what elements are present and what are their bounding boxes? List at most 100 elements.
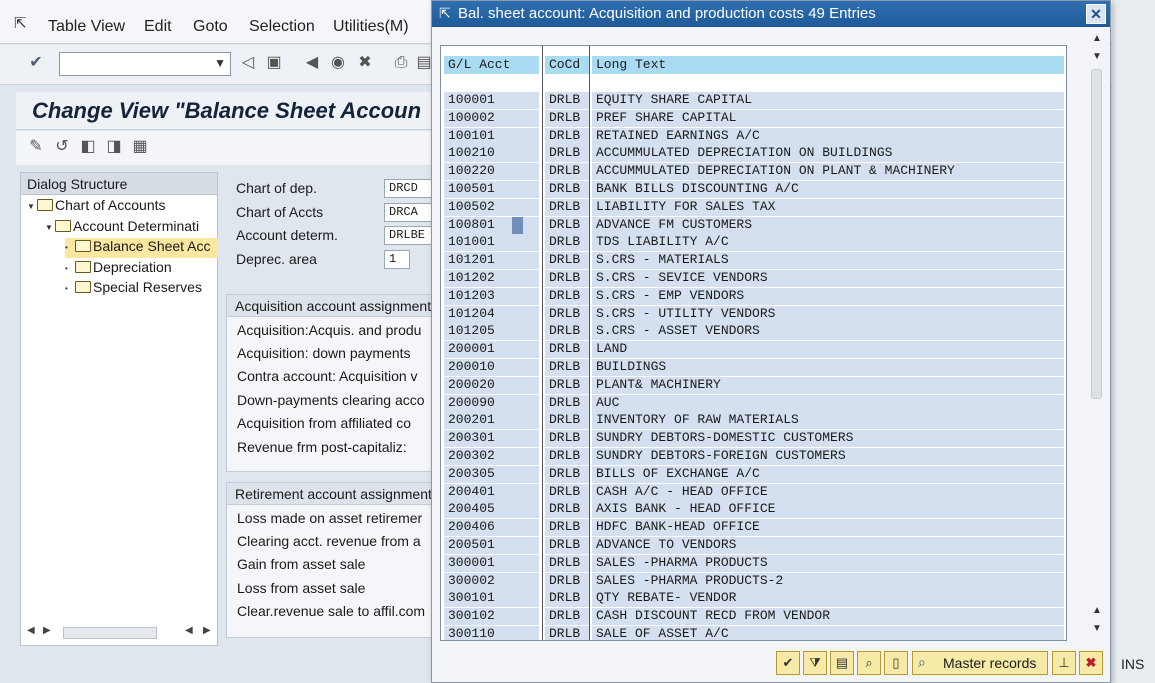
chevron-down-icon[interactable]: ▼ xyxy=(214,56,226,70)
table-row[interactable]: 100501 DRLB BANK BILLS DISCOUNTING A/C xyxy=(441,180,1066,198)
sort-icon[interactable]: ▤ xyxy=(830,651,854,675)
menu-goto[interactable]: Goto xyxy=(193,18,228,36)
find-icon[interactable]: ⌕ xyxy=(857,651,881,675)
table-row[interactable]: 100001 DRLB EQUITY SHARE CAPITAL xyxy=(441,91,1066,109)
table-row[interactable]: 200301 DRLB SUNDRY DEBTORS-DOMESTIC CUSTOM… xyxy=(441,429,1066,448)
table-row[interactable]: 300110 DRLB SALE OF ASSET A/C xyxy=(441,625,1066,640)
gl-acct-cell: 101201 xyxy=(444,252,539,270)
column-header-cocd[interactable]: CoCd xyxy=(545,56,589,74)
table-row[interactable]: 100220 DRLB ACCUMMULATED DEPRECIATION ON P… xyxy=(441,162,1066,181)
table-row[interactable]: 101001 DRLB TDS LIABILITY A/C xyxy=(441,233,1066,252)
new-document-icon[interactable]: ▯ xyxy=(884,651,908,675)
table-row[interactable]: 101201 DRLB S.CRS - MATERIALS xyxy=(441,251,1066,270)
table-row[interactable]: 101203 DRLB S.CRS - EMP VENDORS xyxy=(441,287,1066,305)
vertical-scrollbar[interactable]: ▲ ▼ ▲ ▼ xyxy=(1086,29,1108,639)
long-text-cell: SALES -PHARMA PRODUCTS xyxy=(592,554,1064,572)
other-object-icon[interactable]: ↺ xyxy=(52,137,72,157)
dialog-structure-panel: Dialog Structure ▼ Chart of Accounts ▼ Acc… xyxy=(20,172,218,646)
ret-row: Clearing acct. revenue from a xyxy=(237,533,421,549)
menu-selection[interactable]: Selection xyxy=(249,18,315,36)
tree-special-reserves[interactable]: • Special Reserves xyxy=(65,279,202,299)
table-row[interactable]: 200201 DRLB INVENTORY OF RAW MATERIALS xyxy=(441,411,1066,430)
table-row[interactable]: 300101 DRLB QTY REBATE- VENDOR xyxy=(441,589,1066,608)
scroll-thumb[interactable] xyxy=(1091,69,1102,399)
horizontal-scrollbar[interactable]: ◀ ▶ ◀ ▶ xyxy=(23,625,215,641)
table-row[interactable]: 300102 DRLB CASH DISCOUNT RECD FROM VENDOR xyxy=(441,607,1066,626)
table-row[interactable]: 101202 DRLB S.CRS - SEVICE VENDORS xyxy=(441,269,1066,287)
scroll-thumb[interactable] xyxy=(63,627,157,639)
table-row[interactable]: 100101 DRLB RETAINED EARNINGS A/C xyxy=(441,127,1066,145)
menu-table-view[interactable]: Table View xyxy=(48,18,125,36)
table-row[interactable]: 101205 DRLB S.CRS - ASSET VENDORS xyxy=(441,322,1066,341)
tree-account-determination[interactable]: ▼ Account Determinati xyxy=(45,218,199,238)
scroll-up-icon[interactable]: ▲ xyxy=(1092,33,1102,44)
previous-entry-icon[interactable]: ◧ xyxy=(78,137,98,157)
table-row[interactable]: 300002 DRLB SALES -PHARMA PRODUCTS-2 xyxy=(441,572,1066,590)
table-row[interactable]: 300001 DRLB SALES -PHARMA PRODUCTS xyxy=(441,554,1066,572)
column-header-long-text[interactable]: Long Text xyxy=(592,56,1064,74)
entry-list-icon[interactable]: ▦ xyxy=(130,137,150,157)
column-header-gl-acct[interactable]: G/L Acct xyxy=(444,56,539,74)
scroll-down-icon[interactable]: ▼ xyxy=(1092,51,1102,62)
scroll-down-icon[interactable]: ▼ xyxy=(1092,623,1102,634)
filter-icon[interactable]: ⧩ xyxy=(803,651,827,675)
cocd-cell: DRLB xyxy=(545,448,589,465)
enter-check-icon[interactable]: ✔ xyxy=(26,53,46,73)
close-button[interactable]: ✕ xyxy=(1086,4,1106,24)
back-triangle-icon[interactable]: ◁ xyxy=(238,53,258,73)
tree-expand-icon[interactable]: ▼ xyxy=(27,202,37,211)
cocd-cell: DRLB xyxy=(545,252,589,270)
exit-icon[interactable]: ◉ xyxy=(328,53,348,73)
table-row[interactable]: 200401 DRLB CASH A/C - HEAD OFFICE xyxy=(441,483,1066,501)
gl-acct-cell: 300102 xyxy=(444,608,539,626)
cancel-icon[interactable]: ✖ xyxy=(355,53,375,73)
scroll-right-icon[interactable]: ▶ xyxy=(203,625,211,636)
cancel-icon[interactable]: ✖ xyxy=(1079,651,1103,675)
tree-depreciation[interactable]: • Depreciation xyxy=(65,259,172,279)
menu-utilities[interactable]: Utilities(M) xyxy=(333,18,409,36)
acquisition-group: Acquisition account assignment Acquisiti… xyxy=(226,294,437,472)
tree-expand-icon[interactable]: ▼ xyxy=(45,223,55,232)
table-row[interactable]: 200501 DRLB ADVANCE TO VENDORS xyxy=(441,536,1066,554)
continue-check-icon[interactable]: ✔ xyxy=(776,651,800,675)
table-row[interactable]: 200010 DRLB BUILDINGS xyxy=(441,358,1066,376)
cocd-cell: DRLB xyxy=(545,501,589,519)
table-row[interactable]: 100502 DRLB LIABILITY FOR SALES TAX xyxy=(441,198,1066,216)
table-row[interactable]: 101204 DRLB S.CRS - UTILITY VENDORS xyxy=(441,305,1066,323)
tree-balance-sheet-accounts[interactable]: • Balance Sheet Acc xyxy=(65,238,218,258)
cocd-cell: DRLB xyxy=(545,519,589,537)
scroll-left-icon[interactable]: ◀ xyxy=(185,625,193,636)
pin-icon[interactable]: ⊥ xyxy=(1052,651,1076,675)
gl-acct-cell: 101204 xyxy=(444,305,539,323)
back-icon[interactable]: ◀ xyxy=(302,53,322,73)
scroll-right-icon[interactable]: ▶ xyxy=(43,625,51,636)
cocd-cell: DRLB xyxy=(545,127,589,145)
long-text-cell: SUNDRY DEBTORS-DOMESTIC CUSTOMERS xyxy=(592,430,1064,448)
table-row[interactable]: 200406 DRLB HDFC BANK-HEAD OFFICE xyxy=(441,518,1066,537)
tree-chart-of-accounts[interactable]: ▼ Chart of Accounts xyxy=(27,197,166,217)
table-row[interactable]: 100801 DRLB ADVANCE FM CUSTOMERS xyxy=(441,216,1066,234)
table-row[interactable]: 200001 DRLB LAND xyxy=(441,340,1066,359)
table-row[interactable]: 100210 DRLB ACCUMMULATED DEPRECIATION ON B… xyxy=(441,144,1066,163)
save-icon[interactable]: ▣ xyxy=(264,53,284,73)
command-field[interactable]: ▼ xyxy=(59,52,231,76)
table-row[interactable]: 200020 DRLB PLANT& MACHINERY xyxy=(441,376,1066,394)
table-row[interactable]: 200405 DRLB AXIS BANK - HEAD OFFICE xyxy=(441,500,1066,519)
scroll-left-icon[interactable]: ◀ xyxy=(27,625,35,636)
table-row[interactable]: 100002 DRLB PREF SHARE CAPITAL xyxy=(441,109,1066,127)
print-icon[interactable]: ⎙ xyxy=(391,53,411,73)
retirement-group-header: Retirement account assignment xyxy=(227,483,437,505)
master-records-button[interactable]: ⌕ Master records xyxy=(912,651,1048,675)
menu-edit[interactable]: Edit xyxy=(144,18,172,36)
long-text-cell: TDS LIABILITY A/C xyxy=(592,234,1064,252)
table-row[interactable]: 200302 DRLB SUNDRY DEBTORS-FOREIGN CUSTOME… xyxy=(441,447,1066,465)
scroll-up-icon[interactable]: ▲ xyxy=(1092,605,1102,616)
chart-of-dep-label: Chart of dep. xyxy=(236,180,317,196)
next-entry-icon[interactable]: ◨ xyxy=(104,137,124,157)
long-text-cell: PLANT& MACHINERY xyxy=(592,376,1064,394)
display-change-icon[interactable]: ✎ xyxy=(26,137,46,157)
acq-row: Revenue frm post-capitaliz: xyxy=(237,439,407,455)
table-row[interactable]: 200305 DRLB BILLS OF EXCHANGE A/C xyxy=(441,465,1066,483)
table-row[interactable]: 200090 DRLB AUC xyxy=(441,394,1066,412)
menu-exit-icon[interactable]: ⇱ xyxy=(14,14,34,32)
